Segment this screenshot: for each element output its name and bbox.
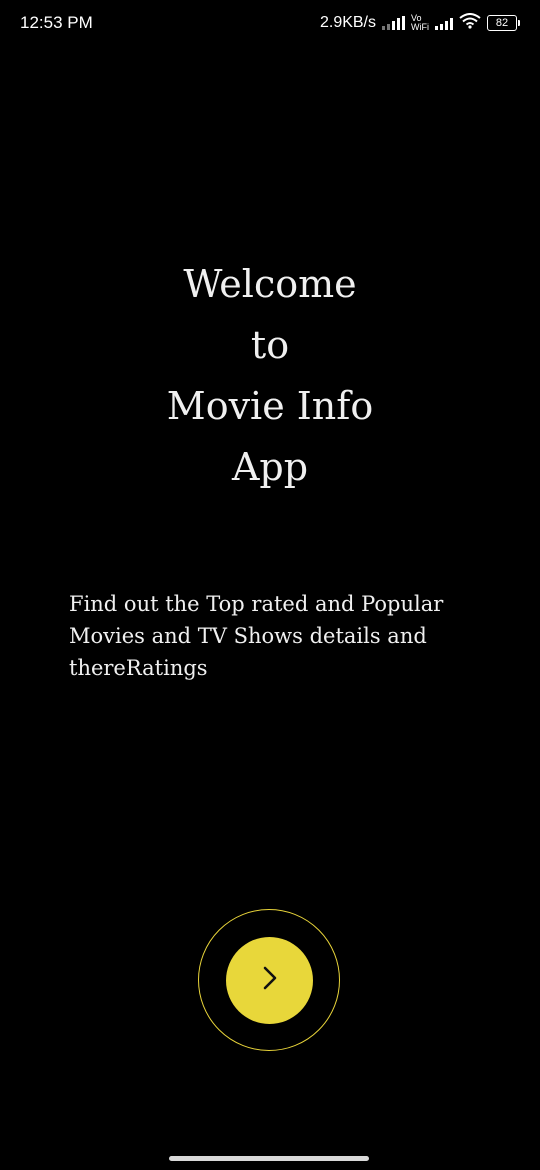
welcome-line: Movie Info (166, 384, 374, 428)
welcome-line: to (250, 323, 290, 367)
chevron-right-icon (259, 963, 281, 998)
next-button[interactable] (226, 937, 313, 1024)
wifi-icon (459, 12, 481, 34)
signal-icon (382, 16, 405, 30)
welcome-line: Welcome (183, 262, 357, 306)
home-indicator[interactable] (169, 1156, 369, 1161)
vowifi-icon: Vo WiFi (411, 14, 429, 32)
battery-icon: 82 (487, 15, 520, 31)
vowifi-bottom-label: WiFi (411, 22, 429, 32)
status-time: 12:53 PM (20, 13, 93, 32)
battery-level: 82 (487, 15, 517, 31)
app-description: Find out the Top rated and Popular Movie… (69, 592, 444, 680)
welcome-line: App (231, 445, 309, 489)
welcome-title: Welcome to Movie Info App (0, 254, 540, 498)
network-speed: 2.9KB/s (319, 14, 376, 31)
signal-icon (435, 16, 453, 30)
status-bar: 12:53 PM 2.9KB/s Vo WiFi 82 (0, 0, 540, 48)
status-icons: 2.9KB/s Vo WiFi 82 (320, 10, 520, 36)
